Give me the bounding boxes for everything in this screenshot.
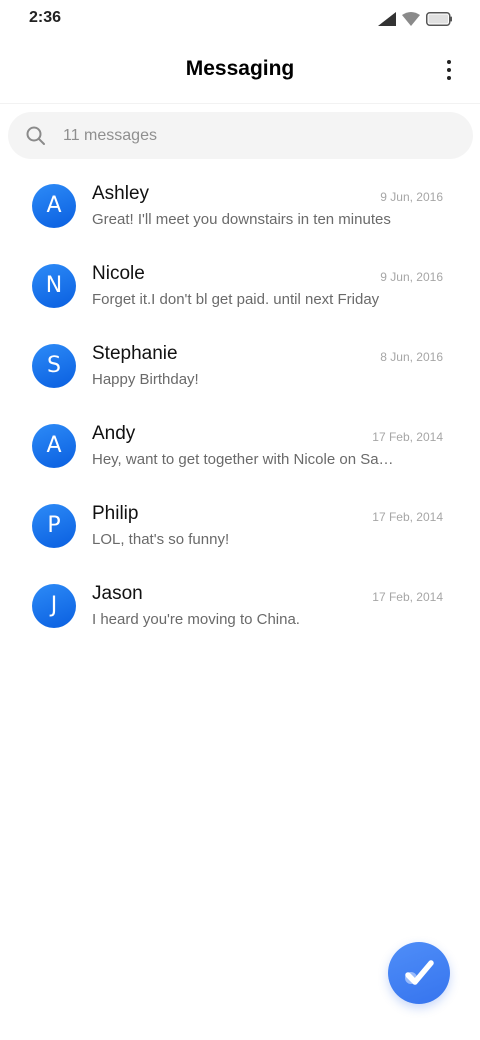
message-snippet: Forget it.I don't bl get paid. until nex… [92,291,380,308]
contact-name: Jason [92,583,143,604]
conversation-item-andy[interactable]: A Andy 17 Feb, 2014 Hey, want to get tog… [0,406,480,486]
avatar: J [32,584,76,628]
messaging-screen: 2:36 Messaging 11 messages A Ashley 9 Ju… [0,0,480,1040]
message-date: 17 Feb, 2014 [372,430,443,444]
status-icons [372,11,452,27]
app-bar: Messaging [0,40,480,104]
message-date: 9 Jun, 2016 [380,190,443,204]
message-snippet: Great! I'll meet you downstairs in ten m… [92,211,391,228]
conversation-item-ashley[interactable]: A Ashley 9 Jun, 2016 Great! I'll meet yo… [0,166,480,246]
message-date: 9 Jun, 2016 [380,270,443,284]
more-vertical-icon[interactable] [442,56,456,84]
status-time: 2:36 [29,9,62,26]
new-message-button[interactable] [388,942,450,1004]
avatar: S [32,344,76,388]
conversation-item-nicole[interactable]: N Nicole 9 Jun, 2016 Forget it.I don't b… [0,246,480,326]
avatar: A [32,184,76,228]
page-title: Messaging [185,57,295,80]
conversation-item-jason[interactable]: J Jason 17 Feb, 2014 I heard you're movi… [0,566,480,646]
message-snippet: I heard you're moving to China. [92,611,300,628]
search-icon [26,126,45,145]
message-snippet: Happy Birthday! [92,371,199,388]
contact-name: Stephanie [92,343,178,364]
contact-name: Philip [92,503,139,524]
status-bar: 2:36 [0,0,480,40]
contact-name: Andy [92,423,136,444]
signal-icon [378,12,396,26]
search-input[interactable] [63,112,443,159]
search-bar[interactable] [8,112,473,159]
avatar: P [32,504,76,548]
conversation-item-philip[interactable]: P Philip 17 Feb, 2014 LOL, that's so fun… [0,486,480,566]
check-icon [405,960,434,985]
contact-name: Nicole [92,263,145,284]
avatar: N [32,264,76,308]
contact-name: Ashley [92,183,150,204]
conversation-item-stephanie[interactable]: S Stephanie 8 Jun, 2016 Happy Birthday! [0,326,480,406]
message-snippet: Hey, want to get together with Nicole on… [92,451,397,468]
message-date: 8 Jun, 2016 [380,350,443,364]
avatar: A [32,424,76,468]
conversation-list: A Ashley 9 Jun, 2016 Great! I'll meet yo… [0,166,480,646]
wifi-icon [402,12,420,26]
message-date: 17 Feb, 2014 [372,590,443,604]
battery-icon [426,12,452,26]
message-snippet: LOL, that's so funny! [92,531,230,548]
message-date: 17 Feb, 2014 [372,510,443,524]
